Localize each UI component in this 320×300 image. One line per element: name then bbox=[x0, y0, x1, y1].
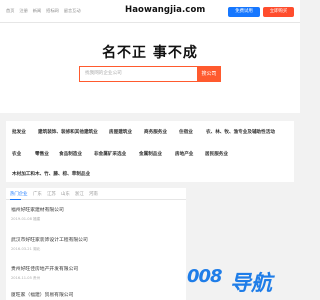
tab-guangdong[interactable]: 广东 bbox=[33, 191, 42, 197]
slogan: 名不正 事不成 bbox=[102, 45, 198, 61]
category-panel: 批发业 建筑装饰、装修和其他建筑业 房屋建筑业 商务服务业 住宿业 农、林、牧、… bbox=[6, 121, 294, 182]
category-item[interactable]: 零售业 bbox=[35, 151, 49, 157]
category-item[interactable]: 房屋建筑业 bbox=[109, 129, 132, 135]
active-tab-indicator bbox=[10, 199, 21, 200]
site-name[interactable]: Haowangjia.com bbox=[125, 5, 205, 15]
list-item-meta: 2016-03-21 湖北 bbox=[11, 247, 41, 251]
tab-jiangsu[interactable]: 江苏 bbox=[47, 191, 56, 197]
top-bar: 首页 注册 新闻 招标网 留言互动 Haowangjia.com 免费试用 立即… bbox=[0, 0, 300, 23]
category-item[interactable]: 批发业 bbox=[12, 129, 26, 135]
watermark-text: 导航 bbox=[230, 271, 272, 295]
top-nav-item-home[interactable]: 首页 bbox=[6, 8, 14, 14]
top-nav-item-message[interactable]: 留言互动 bbox=[64, 8, 81, 14]
free-trial-button[interactable]: 免费试用 bbox=[228, 7, 260, 17]
watermark: 008 导航 bbox=[187, 263, 297, 295]
buy-now-button[interactable]: 立即购买 bbox=[263, 7, 294, 17]
top-nav-item-news[interactable]: 新闻 bbox=[33, 8, 41, 14]
category-item[interactable]: 非金属矿采选业 bbox=[94, 151, 126, 157]
category-item[interactable]: 农业 bbox=[12, 151, 21, 157]
category-item[interactable]: 建筑装饰、装修和其他建筑业 bbox=[38, 129, 98, 135]
list-item-title[interactable]: 厦旺家（福建）贸易有限公司 bbox=[11, 291, 73, 298]
category-item[interactable]: 居民服务业 bbox=[205, 151, 228, 157]
list-item-meta: 2016-11-05 贵州 bbox=[11, 276, 41, 280]
top-nav-item-tender[interactable]: 招标网 bbox=[46, 8, 59, 14]
category-item[interactable]: 木材加工和木、竹、藤、棕、草制品业 bbox=[12, 171, 90, 177]
search-button[interactable]: 搜公司 bbox=[197, 66, 221, 82]
list-item-title[interactable]: 武汉市好旺家装饰设计工程有限公司 bbox=[11, 236, 88, 243]
tab-hot[interactable]: 热门企业 bbox=[10, 191, 28, 197]
category-item[interactable]: 住宿业 bbox=[179, 129, 193, 135]
list-item-meta: 2019-01-08 福建 bbox=[11, 217, 41, 221]
watermark-logo: 008 bbox=[187, 266, 223, 287]
category-item[interactable]: 商务服务业 bbox=[144, 129, 167, 135]
category-item[interactable]: 房地产业 bbox=[175, 151, 193, 157]
company-list-panel: 热门企业 广东 江苏 山东 浙江 河南 福州好旺家建材有限公司 2019-01-… bbox=[6, 188, 186, 300]
list-item-title[interactable]: 福州好旺家建材有限公司 bbox=[11, 206, 64, 213]
category-item[interactable]: 金属制品业 bbox=[139, 151, 162, 157]
list-item-title[interactable]: 贵州好旺佳房地产开发有限公司 bbox=[11, 265, 78, 272]
top-nav-item-register[interactable]: 注册 bbox=[19, 8, 27, 14]
tab-shandong[interactable]: 山东 bbox=[61, 191, 70, 197]
tab-henan[interactable]: 河南 bbox=[89, 191, 98, 197]
region-tabs: 热门企业 广东 江苏 山东 浙江 河南 bbox=[6, 188, 186, 200]
tab-zhejiang[interactable]: 浙江 bbox=[75, 191, 84, 197]
hero: 名不正 事不成 找我网的企业公司 搜公司 bbox=[0, 23, 300, 113]
category-item[interactable]: 农、林、牧、渔专业及辅助性活动 bbox=[206, 129, 275, 135]
top-nav: 首页 注册 新闻 招标网 留言互动 bbox=[6, 8, 81, 14]
category-item[interactable]: 食品制造业 bbox=[59, 151, 82, 157]
search-input[interactable]: 找我网的企业公司 bbox=[79, 66, 197, 82]
